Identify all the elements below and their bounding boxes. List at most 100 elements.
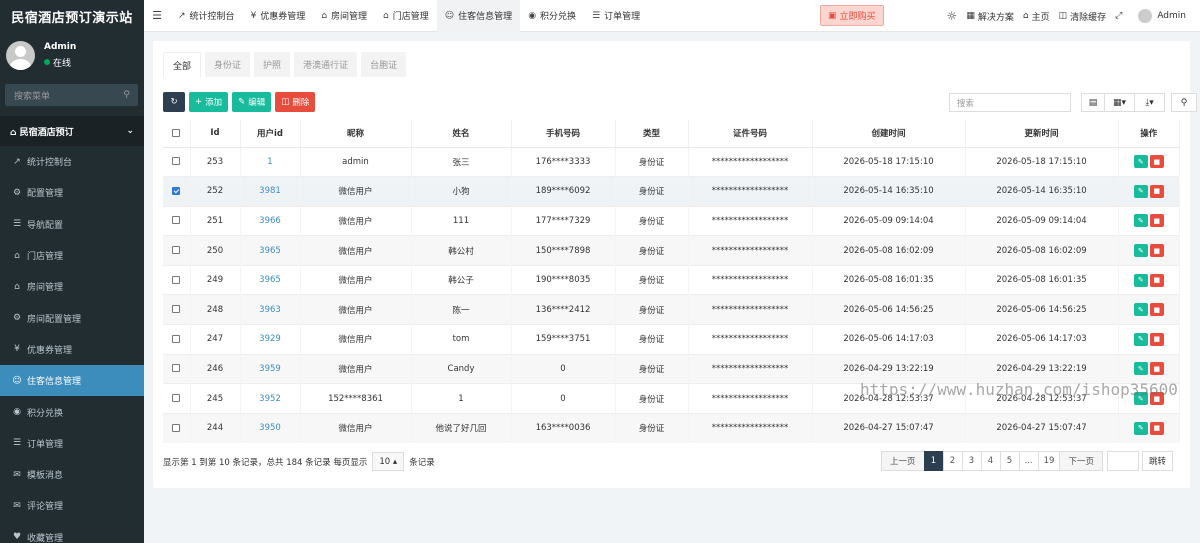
sidebar-item-4[interactable]: ⌂ 房间管理 [0, 271, 144, 302]
search-icon[interactable]: ⚲ [123, 90, 130, 100]
sidebar-item-10[interactable]: ✉ 模板消息 [0, 459, 144, 490]
page-size-select[interactable]: 10 ▴ [372, 452, 405, 471]
filter-tab-1[interactable]: 身份证 [205, 52, 251, 77]
delete-row-icon[interactable]: ■ [1149, 332, 1164, 346]
cell-uid[interactable]: 3952 [240, 383, 301, 414]
sidebar-item-1[interactable]: ⚙ 配置管理 [0, 177, 144, 208]
menu-header[interactable]: ⌂ 民宿酒店预订 ⌄ [0, 116, 144, 146]
user-id-link[interactable]: 3952 [259, 394, 281, 404]
buy-button[interactable]: ▣ 立即购买 [820, 5, 884, 26]
user-id-link[interactable]: 3965 [259, 246, 281, 256]
sidebar-item-8[interactable]: ◉ 积分兑换 [0, 396, 144, 427]
delete-row-icon[interactable]: ■ [1149, 244, 1164, 258]
edit-row-icon[interactable]: ✎ [1133, 303, 1148, 317]
edit-row-icon[interactable]: ✎ [1133, 244, 1148, 258]
row-checkbox[interactable] [172, 334, 181, 343]
row-select-cell[interactable] [163, 205, 191, 236]
filter-tab-4[interactable]: 台胞证 [361, 52, 407, 77]
page-button-5[interactable]: ... [1018, 451, 1039, 471]
edit-row-icon[interactable]: ✎ [1133, 362, 1148, 376]
sidebar-item-5[interactable]: ⚙ 房间配置管理 [0, 302, 144, 333]
sidebar-item-3[interactable]: ⌂ 门店管理 [0, 240, 144, 271]
table-row[interactable]: 251 3966 微信用户 111 177****7329 身份证 ************… [163, 205, 1180, 236]
page-button-3[interactable]: 4 [980, 451, 1001, 471]
sidebar-item-9[interactable]: ☰ 订单管理 [0, 428, 144, 459]
cell-uid[interactable]: 3966 [240, 205, 301, 236]
user-id-link[interactable]: 3929 [259, 334, 281, 344]
home-link[interactable]: ⌂ 主页 [1023, 10, 1050, 23]
user-id-link[interactable]: 3959 [259, 364, 281, 374]
nav-tab-2[interactable]: ⌂ 房间管理 [313, 0, 375, 32]
clear-cache-link[interactable]: ◫ 清除缓存 [1059, 10, 1107, 23]
row-select-cell[interactable] [163, 146, 191, 177]
row-select-cell[interactable] [163, 353, 191, 384]
column-header[interactable]: 昵称 [300, 120, 412, 148]
columns-button[interactable]: ▦▾ [1104, 93, 1135, 112]
select-all-checkbox[interactable] [172, 128, 181, 137]
jump-page-input[interactable] [1106, 451, 1139, 471]
column-header[interactable]: 证件号码 [688, 120, 813, 148]
row-select-cell[interactable] [163, 235, 191, 266]
row-checkbox[interactable] [172, 275, 181, 284]
edit-row-icon[interactable]: ✎ [1133, 214, 1148, 228]
sidebar-item-0[interactable]: ↗ 统计控制台 [0, 146, 144, 177]
cell-uid[interactable]: 3959 [240, 353, 301, 384]
delete-row-icon[interactable]: ■ [1149, 155, 1164, 169]
delete-row-icon[interactable]: ■ [1149, 273, 1164, 287]
row-checkbox[interactable] [172, 186, 181, 195]
page-button-2[interactable]: 3 [961, 451, 982, 471]
jump-button[interactable]: 跳转 [1141, 451, 1173, 471]
sidebar-item-2[interactable]: ☰ 导航配置 [0, 209, 144, 240]
row-checkbox[interactable] [172, 394, 181, 403]
delete-row-icon[interactable]: ■ [1149, 303, 1164, 317]
add-button[interactable]: + 添加 [189, 92, 229, 112]
row-checkbox[interactable] [172, 216, 181, 225]
table-row[interactable]: 253 1 admin 张三 176****3333 身份证 ***************… [163, 146, 1180, 177]
user-id-link[interactable]: 3966 [259, 216, 281, 226]
sidebar-item-11[interactable]: ✉ 评论管理 [0, 490, 144, 521]
row-select-cell[interactable] [163, 383, 191, 414]
table-row[interactable]: 248 3963 微信用户 陈一 136****2412 身份证 *************… [163, 294, 1180, 325]
column-header[interactable]: 更新时间 [965, 120, 1119, 148]
nav-tab-6[interactable]: ☰ 订单管理 [584, 0, 648, 32]
row-checkbox[interactable] [172, 364, 181, 373]
column-header[interactable]: 创建时间 [812, 120, 966, 148]
user-id-link[interactable]: 3963 [259, 305, 281, 315]
cell-uid[interactable]: 3965 [240, 235, 301, 266]
app-logo[interactable]: 民宿酒店预订演示站 [0, 0, 144, 32]
cell-uid[interactable]: 3963 [240, 294, 301, 325]
row-select-cell[interactable] [163, 264, 191, 295]
page-button-0[interactable]: 1 [923, 451, 944, 471]
table-row[interactable]: 247 3929 微信用户 tom 159****3751 身份证 ************… [163, 324, 1180, 355]
column-header[interactable]: 手机号码 [511, 120, 616, 148]
row-select-cell[interactable] [163, 176, 191, 207]
user-id-link[interactable]: 3950 [259, 423, 281, 433]
page-button-4[interactable]: 5 [999, 451, 1020, 471]
row-checkbox[interactable] [172, 423, 181, 432]
edit-row-icon[interactable]: ✎ [1133, 273, 1148, 287]
export-button[interactable]: ⤓▾ [1134, 93, 1165, 112]
page-button-1[interactable]: 2 [942, 451, 963, 471]
toggle-view-button[interactable]: ▤ [1081, 93, 1105, 112]
user-id-link[interactable]: 1 [267, 157, 272, 167]
user-id-link[interactable]: 3965 [259, 275, 281, 285]
nav-tab-0[interactable]: ↗ 统计控制台 [170, 0, 243, 32]
table-row[interactable]: 249 3965 微信用户 韩公子 190****8035 身份证 ************… [163, 264, 1180, 295]
delete-button[interactable]: ◫ 删除 [275, 92, 316, 112]
nav-tab-4[interactable]: ☺ 住客信息管理 [436, 0, 521, 32]
menu-toggle-icon[interactable]: ☰ [144, 9, 170, 22]
delete-row-icon[interactable]: ■ [1149, 184, 1164, 198]
sidebar-item-12[interactable]: ♥ 收藏管理 [0, 522, 144, 543]
sidebar-item-7[interactable]: ☺ 住客信息管理 [0, 365, 144, 397]
column-header[interactable]: Id [190, 120, 241, 148]
cell-uid[interactable]: 3950 [240, 412, 301, 443]
edit-row-icon[interactable]: ✎ [1133, 332, 1148, 346]
row-checkbox[interactable] [172, 305, 181, 314]
cell-uid[interactable]: 3965 [240, 264, 301, 295]
prev-page-button[interactable]: 上一页 [881, 451, 925, 471]
user-id-link[interactable]: 3981 [259, 186, 281, 196]
column-header[interactable]: 操作 [1118, 120, 1180, 148]
column-header[interactable]: 用户id [240, 120, 301, 148]
nav-tab-5[interactable]: ◉ 积分兑换 [520, 0, 584, 32]
edit-row-icon[interactable]: ✎ [1133, 155, 1148, 169]
